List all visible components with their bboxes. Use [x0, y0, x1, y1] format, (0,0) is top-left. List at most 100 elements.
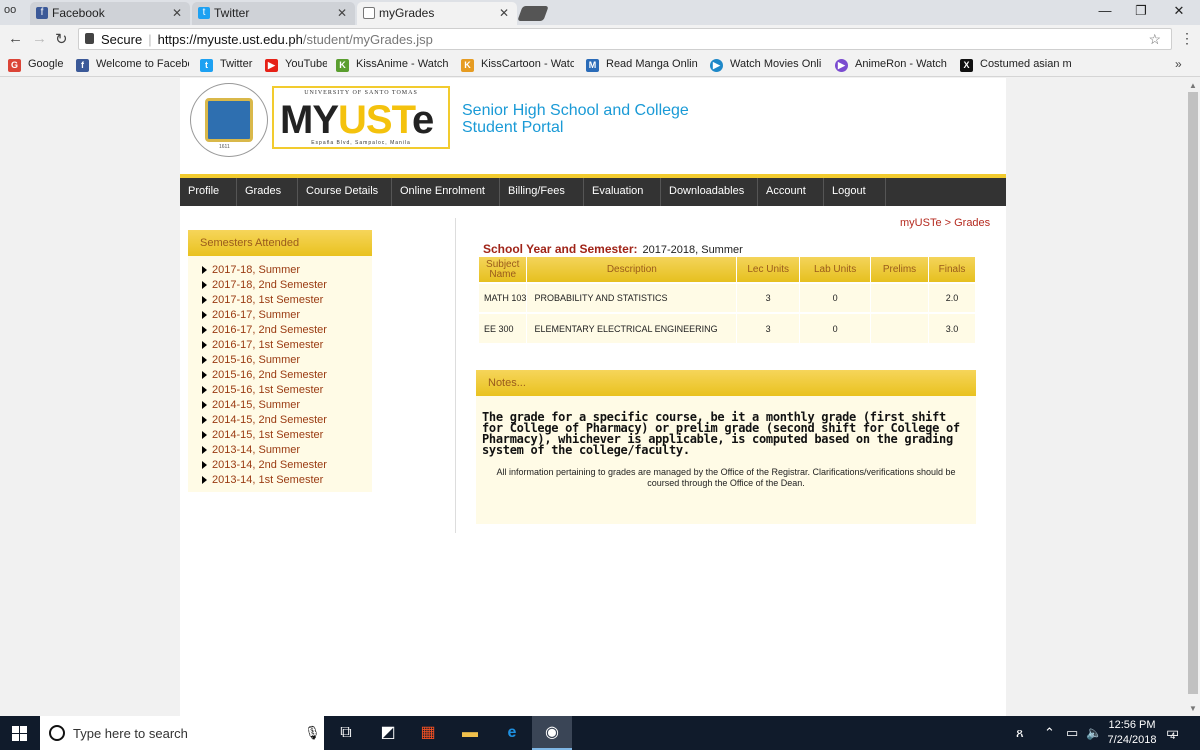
chevron-up-icon[interactable]: ⌃ — [1044, 725, 1055, 741]
nav-evaluation[interactable]: Evaluation — [584, 178, 661, 206]
nav-online-enrolment[interactable]: Online Enrolment — [392, 178, 500, 206]
cell-lec: 3 — [736, 282, 801, 313]
incognito-icon[interactable]: oo — [4, 4, 22, 20]
semester-link[interactable]: 2013-14, Summer — [202, 444, 327, 459]
bookmark-animeron[interactable]: ▶ AnimeRon - Watch A — [835, 58, 947, 74]
triangle-right-icon — [202, 386, 207, 394]
nav-account[interactable]: Account — [758, 178, 824, 206]
kisscartoon-icon: K — [461, 59, 474, 72]
nav-profile[interactable]: Profile — [180, 178, 237, 206]
bookmark-youtube[interactable]: ▶ YouTube — [265, 58, 327, 74]
close-icon[interactable]: ✕ — [172, 6, 182, 20]
semester-link[interactable]: 2015-16, Summer — [202, 354, 327, 369]
kissanime-icon: K — [336, 59, 349, 72]
col-description: Description — [526, 257, 738, 283]
semester-link[interactable]: 2013-14, 2nd Semester — [202, 459, 327, 474]
file-explorer-icon[interactable]: ▬ — [450, 716, 490, 750]
nav-course-details[interactable]: Course Details — [298, 178, 392, 206]
close-window-icon[interactable]: ✕ — [1164, 3, 1194, 19]
bookmark-kissanime[interactable]: K KissAnime - Watch a — [336, 58, 449, 74]
scroll-up-icon[interactable]: ▲ — [1189, 81, 1197, 90]
semester-link[interactable]: 2015-16, 1st Semester — [202, 384, 327, 399]
semester-link[interactable]: 2014-15, 1st Semester — [202, 429, 327, 444]
triangle-right-icon — [202, 401, 207, 409]
bookmark-manga[interactable]: M Read Manga Online — [586, 58, 698, 74]
nav-logout[interactable]: Logout — [824, 178, 886, 206]
bookmark-star-icon[interactable]: ☆ — [1148, 31, 1161, 48]
table-row: EE 300 ELEMENTARY ELECTRICAL ENGINEERING… — [479, 312, 976, 343]
page-scrollbar[interactable]: ▲ ▼ — [1186, 78, 1200, 716]
volume-icon[interactable]: 🔈 — [1086, 725, 1102, 741]
scrollbar-thumb[interactable] — [1188, 92, 1198, 694]
forward-arrow-icon[interactable]: → — [32, 30, 47, 47]
scroll-down-icon[interactable]: ▼ — [1189, 704, 1197, 713]
taskbar-search-box[interactable]: Type here to search 🎙 — [40, 716, 324, 750]
close-icon[interactable]: ✕ — [337, 6, 347, 20]
task-view-icon[interactable]: ⧉ — [326, 716, 366, 750]
semester-link[interactable]: 2014-15, Summer — [202, 399, 327, 414]
semester-link[interactable]: 2016-17, Summer — [202, 309, 327, 324]
tab-twitter[interactable]: t Twitter ✕ — [192, 2, 355, 25]
bookmark-google[interactable]: G Google — [8, 58, 70, 74]
clock-time: 12:56 PM — [1108, 719, 1156, 731]
chrome-icon[interactable]: ◉ — [532, 716, 572, 750]
bookmark-kisscartoon[interactable]: K KissCartoon - Watch — [461, 58, 574, 74]
minimize-icon[interactable]: — — [1090, 3, 1120, 18]
restore-icon[interactable]: ❐ — [1126, 3, 1156, 19]
action-center-icon[interactable]: ▭4 — [1166, 724, 1184, 741]
page-icon — [363, 7, 375, 19]
nav-billing-fees[interactable]: Billing/Fees — [500, 178, 584, 206]
notification-count: 4 — [1170, 731, 1176, 741]
start-button[interactable] — [0, 716, 40, 750]
myuste-logo[interactable]: UNIVERSITY OF SANTO TOMAS MYUSTe España … — [272, 86, 450, 149]
cell-lec: 3 — [736, 312, 801, 343]
bookmark-costumed[interactable]: X Costumed asian mo — [960, 58, 1072, 74]
school-year-heading: School Year and Semester: 2017-2018, Summ… — [483, 242, 743, 256]
logo-e: e — [412, 98, 434, 142]
back-arrow-icon[interactable]: ← — [8, 30, 23, 47]
bookmark-facebook[interactable]: fWelcome to Faceboo — [76, 58, 189, 74]
facebook-icon: f — [36, 7, 48, 19]
menu-kebab-icon[interactable]: ⋮ — [1180, 30, 1194, 47]
semester-link[interactable]: 2015-16, 2nd Semester — [202, 369, 327, 384]
semester-link[interactable]: 2016-17, 2nd Semester — [202, 324, 327, 339]
triangle-right-icon — [202, 266, 207, 274]
system-clock[interactable]: 12:56 PM 7/24/2018 — [1104, 718, 1160, 748]
url-input[interactable]: Secure | https://myuste.ust.edu.ph/student… — [78, 28, 1172, 50]
semester-link[interactable]: 2017-18, 2nd Semester — [202, 279, 327, 294]
new-tab-button[interactable] — [517, 6, 549, 21]
cell-description: ELEMENTARY ELECTRICAL ENGINEERING — [526, 312, 738, 343]
close-icon[interactable]: ✕ — [499, 6, 509, 20]
school-year-value: 2017-2018, Summer — [642, 244, 743, 256]
bookmark-movies[interactable]: ▶ Watch Movies Onlin — [710, 58, 822, 74]
triangle-right-icon — [202, 326, 207, 334]
nav-grades[interactable]: Grades — [237, 178, 298, 206]
notes-panel: Notes... The grade for a specific course… — [476, 370, 976, 524]
manga-icon: M — [586, 59, 599, 72]
reload-icon[interactable]: ↻ — [55, 30, 68, 48]
nav-downloadables[interactable]: Downloadables — [661, 178, 758, 206]
people-icon[interactable]: ጸ — [1016, 725, 1024, 741]
col-lab-units: Lab Units — [799, 257, 872, 283]
semester-link[interactable]: 2016-17, 1st Semester — [202, 339, 327, 354]
microphone-icon[interactable]: 🎙 — [304, 725, 321, 741]
cortana-icon — [49, 725, 65, 741]
bookmark-twitter[interactable]: t Twitter — [200, 58, 258, 74]
page-viewport: 1611 UNIVERSITY OF SANTO TOMAS MYUSTe Es… — [0, 78, 1200, 716]
breadcrumb[interactable]: myUSTe > Grades — [900, 217, 990, 229]
cell-finals: 2.0 — [928, 282, 976, 313]
edge-icon[interactable]: e — [492, 716, 532, 750]
notes-registrar-text: All information pertaining to grades are… — [496, 467, 956, 488]
tab-mygrades[interactable]: myGrades ✕ — [357, 2, 517, 25]
semester-link[interactable]: 2014-15, 2nd Semester — [202, 414, 327, 429]
store-bag-icon[interactable]: ◩ — [368, 716, 408, 750]
table-row: MATH 103 PROBABILITY AND STATISTICS 3 0 … — [479, 282, 976, 313]
microsoft-store-icon[interactable]: ▦ — [408, 716, 448, 750]
more-bookmarks-icon[interactable]: » — [1175, 57, 1182, 71]
semester-link[interactable]: 2013-14, 1st Semester — [202, 474, 327, 489]
network-icon[interactable]: ▭ — [1066, 725, 1078, 741]
semester-link[interactable]: 2017-18, 1st Semester — [202, 294, 327, 309]
tab-facebook[interactable]: f Facebook ✕ — [30, 2, 190, 25]
triangle-right-icon — [202, 476, 207, 484]
semester-link[interactable]: 2017-18, Summer — [202, 264, 327, 279]
